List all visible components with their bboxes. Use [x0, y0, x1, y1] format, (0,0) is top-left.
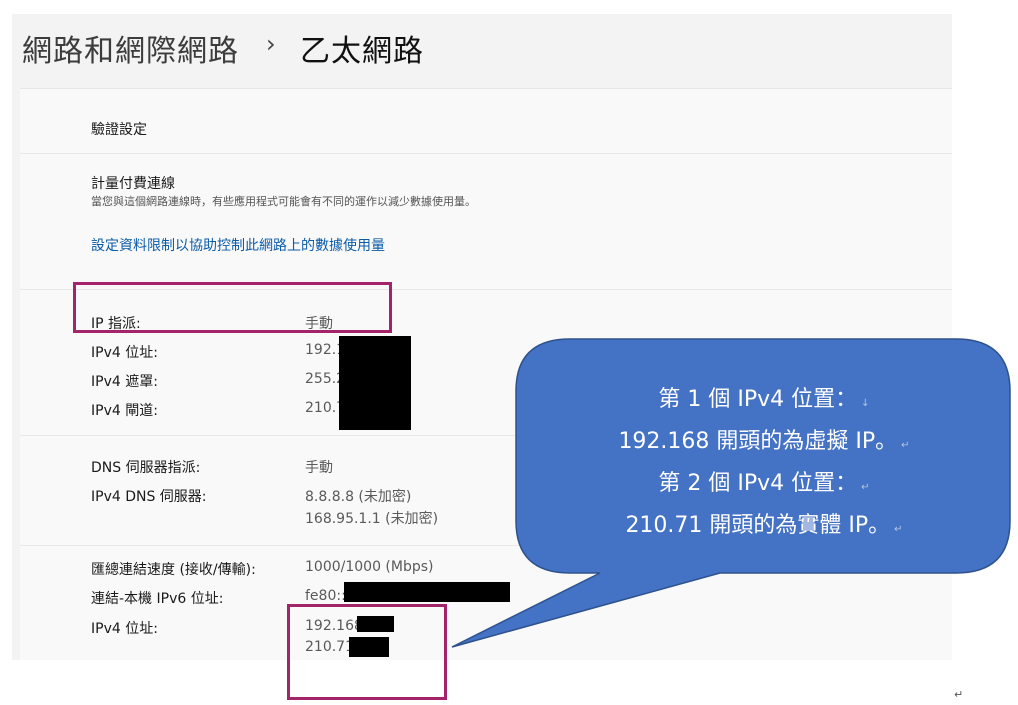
callout-text: 192.168 開頭的為虛擬 IP。: [618, 429, 898, 454]
callout-text: 第 1 個 IPv4 位置：: [658, 387, 858, 412]
callout-line-2: 192.168 開頭的為虛擬 IP。 ↵: [518, 423, 1010, 455]
callout-line-4: 210.71 開頭的為實體 IP。 ↵: [518, 507, 1010, 539]
callout-line-1: 第 1 個 IPv4 位置： ↓: [518, 381, 1010, 413]
paragraph-mark-icon: ↵: [894, 524, 903, 535]
down-arrow-mark: ↓: [861, 398, 870, 409]
paragraph-mark-icon: ↵: [901, 440, 910, 451]
callout-text: 210.71 開頭的為實體 IP。: [625, 513, 891, 538]
callout-text: 第 2 個 IPv4 位置：: [658, 471, 858, 496]
paragraph-mark-icon: ↵: [954, 688, 964, 701]
callout-line-3: 第 2 個 IPv4 位置： ↵: [518, 465, 1010, 497]
paragraph-mark-icon: ↵: [861, 482, 870, 493]
callout-bubble: [451, 338, 1011, 648]
